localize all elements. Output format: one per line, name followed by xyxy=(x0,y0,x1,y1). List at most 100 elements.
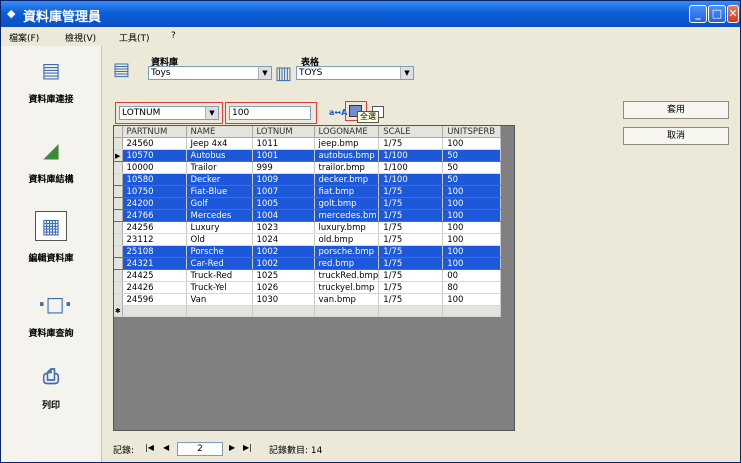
chevron-down-icon[interactable]: ▼ xyxy=(205,107,218,119)
table-cell[interactable]: 1/75 xyxy=(378,269,444,282)
table-cell[interactable]: truckyel.bmp xyxy=(314,281,380,294)
chevron-down-icon[interactable]: ▼ xyxy=(400,67,413,79)
table-cell[interactable]: Van xyxy=(186,293,253,306)
column-header[interactable]: PARTNUM xyxy=(122,126,187,138)
table-cell[interactable]: 24256 xyxy=(122,221,187,234)
table-row[interactable]: 24560 Jeep 4x4 1011 jeep.bmp 1/75 100 xyxy=(114,137,502,150)
table-cell[interactable]: porsche.bmp xyxy=(314,245,380,258)
table-cell[interactable]: 1023 xyxy=(252,221,315,234)
table-cell[interactable]: 1024 xyxy=(252,233,315,246)
table-cell[interactable]: 1/75 xyxy=(378,137,444,150)
table-cell[interactable]: 1/75 xyxy=(378,233,444,246)
row-selector[interactable] xyxy=(114,281,123,294)
table-cell[interactable]: 999 xyxy=(252,161,315,174)
table-cell[interactable]: 10570 xyxy=(122,149,187,162)
table-cell[interactable]: 100 xyxy=(442,185,502,198)
table-row[interactable]: 24256 Luxury 1023 luxury.bmp 1/75 100 xyxy=(114,221,502,234)
table-cell[interactable]: 1002 xyxy=(252,245,315,258)
table-cell[interactable]: 100 xyxy=(442,221,502,234)
table-cell[interactable] xyxy=(378,305,444,317)
table-row[interactable]: 24200 Golf 1005 golt.bmp 1/75 100 xyxy=(114,197,502,210)
table-cell[interactable]: truckRed.bmp xyxy=(314,269,380,282)
table-cell[interactable]: Car-Red xyxy=(186,257,253,270)
data-grid[interactable]: PARTNUM NAME LOTNUM LOGONAME SCALE UNITS… xyxy=(113,125,515,431)
table-cell[interactable]: 10580 xyxy=(122,173,187,186)
sidebar-item-print[interactable]: ⎙ 列印 xyxy=(1,364,101,411)
row-selector[interactable] xyxy=(114,245,123,258)
table-row[interactable]: 23112 Old 1024 old.bmp 1/75 100 xyxy=(114,233,502,246)
table-cell[interactable]: Mercedes xyxy=(186,209,253,222)
table-cell[interactable]: 1009 xyxy=(252,173,315,186)
column-header[interactable]: UNITSPERB xyxy=(442,126,502,138)
table-cell[interactable] xyxy=(314,305,380,317)
table-cell[interactable]: 1030 xyxy=(252,293,315,306)
menu-view[interactable]: 檢視(V) xyxy=(65,31,96,44)
table-cell[interactable]: 24560 xyxy=(122,137,187,150)
maximize-button[interactable]: □ xyxy=(708,5,726,23)
table-cell[interactable]: 100 xyxy=(442,257,502,270)
sidebar-item-connect[interactable]: ▤ 資料庫連接 xyxy=(1,58,101,105)
table-cell[interactable]: Old xyxy=(186,233,253,246)
chevron-down-icon[interactable]: ▼ xyxy=(258,67,271,79)
table-cell[interactable]: luxury.bmp xyxy=(314,221,380,234)
table-cell[interactable]: 25108 xyxy=(122,245,187,258)
table-cell[interactable]: 1/100 xyxy=(378,173,444,186)
new-record-row[interactable]: ✱ xyxy=(114,305,502,317)
table-row[interactable]: 24425 Truck-Red 1025 truckRed.bmp 1/75 00 xyxy=(114,269,502,282)
row-selector[interactable] xyxy=(114,293,123,306)
table-cell[interactable]: Truck-Red xyxy=(186,269,253,282)
table-cell[interactable]: 1002 xyxy=(252,257,315,270)
table-cell[interactable]: 1/75 xyxy=(378,221,444,234)
table-cell[interactable]: 1/100 xyxy=(378,161,444,174)
table-cell[interactable]: van.bmp xyxy=(314,293,380,306)
table-cell[interactable]: 10750 xyxy=(122,185,187,198)
table-cell[interactable]: 10000 xyxy=(122,161,187,174)
table-cell[interactable]: Truck-Yel xyxy=(186,281,253,294)
table-cell[interactable]: 24200 xyxy=(122,197,187,210)
table-cell[interactable]: old.bmp xyxy=(314,233,380,246)
table-cell[interactable]: 1/75 xyxy=(378,281,444,294)
table-cell[interactable]: 100 xyxy=(442,293,502,306)
database-select[interactable]: Toys ▼ xyxy=(148,66,272,80)
table-cell[interactable]: 80 xyxy=(442,281,502,294)
table-cell[interactable]: 00 xyxy=(442,269,502,282)
column-header[interactable]: SCALE xyxy=(378,126,444,138)
table-cell[interactable]: 1/100 xyxy=(378,149,444,162)
minimize-button[interactable]: _ xyxy=(689,5,707,23)
table-cell[interactable]: 1/75 xyxy=(378,257,444,270)
table-cell[interactable]: 100 xyxy=(442,245,502,258)
row-selector[interactable] xyxy=(114,197,123,210)
row-selector[interactable] xyxy=(114,233,123,246)
title-bar[interactable]: ◆ 資料庫管理員 _ □ ✕ xyxy=(1,1,740,27)
table-cell[interactable]: 23112 xyxy=(122,233,187,246)
table-cell[interactable]: 100 xyxy=(442,233,502,246)
table-row[interactable]: 10000 Trailor 999 trailor.bmp 1/100 50 xyxy=(114,161,502,174)
row-selector[interactable] xyxy=(114,173,123,186)
table-cell[interactable]: 100 xyxy=(442,137,502,150)
table-cell[interactable]: 1/75 xyxy=(378,185,444,198)
filter-field-select[interactable]: LOTNUM ▼ xyxy=(119,106,219,120)
last-record-icon[interactable]: ▶| xyxy=(243,443,252,452)
table-cell[interactable]: 24766 xyxy=(122,209,187,222)
table-cell[interactable]: 1004 xyxy=(252,209,315,222)
close-button[interactable]: ✕ xyxy=(727,5,739,23)
table-cell[interactable]: 1/75 xyxy=(378,209,444,222)
table-cell[interactable]: 24426 xyxy=(122,281,187,294)
table-cell[interactable] xyxy=(252,305,315,317)
sidebar-item-structure[interactable]: ◢ 資料庫結構 xyxy=(1,138,101,185)
previous-record-icon[interactable]: ◀ xyxy=(163,443,169,452)
table-cell[interactable]: 24321 xyxy=(122,257,187,270)
table-row[interactable]: ▶ 10570 Autobus 1001 autobus.bmp 1/100 50 xyxy=(114,149,502,162)
table-cell[interactable]: 50 xyxy=(442,161,502,174)
table-cell[interactable]: 1/75 xyxy=(378,245,444,258)
menu-file[interactable]: 檔案(F) xyxy=(9,31,39,44)
row-selector[interactable] xyxy=(114,257,123,270)
row-selector[interactable] xyxy=(114,161,123,174)
table-row[interactable]: 24596 Van 1030 van.bmp 1/75 100 xyxy=(114,293,502,306)
table-cell[interactable]: 1007 xyxy=(252,185,315,198)
table-cell[interactable]: trailor.bmp xyxy=(314,161,380,174)
table-row[interactable]: 10750 Fiat-Blue 1007 fiat.bmp 1/75 100 xyxy=(114,185,502,198)
column-header[interactable]: LOTNUM xyxy=(252,126,315,138)
table-cell[interactable]: Autobus xyxy=(186,149,253,162)
table-cell[interactable]: 1/75 xyxy=(378,293,444,306)
